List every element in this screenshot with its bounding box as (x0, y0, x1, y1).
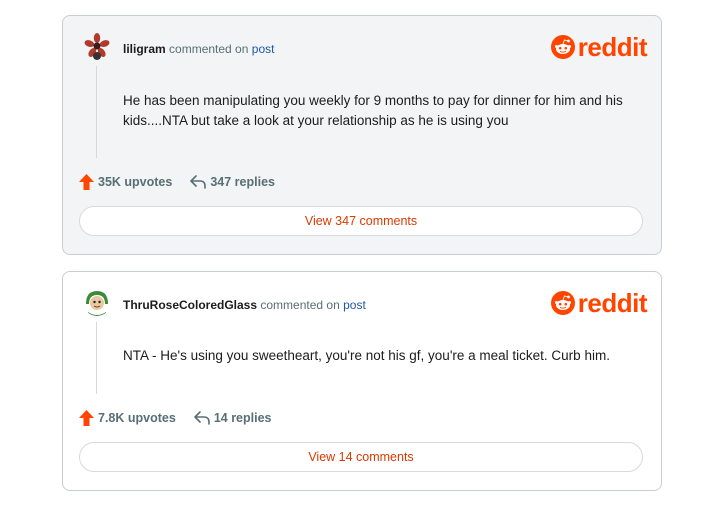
thread-line (96, 66, 97, 158)
comment-stats: 35K upvotes 347 replies (79, 174, 293, 190)
reddit-wordmark: reddit (577, 32, 648, 62)
comment-body: NTA - He's using you sweetheart, you're … (123, 348, 610, 363)
byline: ThruRoseColoredGlass commented on post (123, 298, 366, 312)
flower-avatar-icon[interactable] (83, 32, 111, 60)
replies-button[interactable]: 347 replies (190, 175, 275, 189)
reddit-snoo-icon (550, 291, 575, 315)
upvote-count: 35K upvotes (98, 175, 173, 189)
upvote-arrow-icon (79, 410, 94, 426)
replies-count: 347 replies (210, 175, 275, 189)
commented-on-text: commented on (169, 42, 249, 56)
comment-card: liligram commented on post reddit He has… (62, 15, 662, 255)
upvote-button[interactable]: 7.8K upvotes (79, 410, 176, 426)
reddit-logo[interactable]: reddit (550, 288, 648, 318)
commented-on-text: commented on (260, 298, 340, 312)
upvote-button[interactable]: 35K upvotes (79, 174, 172, 190)
green-hood-avatar-icon[interactable] (83, 288, 111, 316)
reddit-logo[interactable]: reddit (550, 32, 648, 62)
post-link[interactable]: post (343, 298, 366, 312)
replies-button[interactable]: 14 replies (194, 411, 272, 425)
byline: liligram commented on post (123, 42, 274, 56)
replies-count: 14 replies (213, 411, 272, 425)
thread-line (96, 322, 97, 394)
view-comments-button[interactable]: View 347 comments (79, 206, 643, 236)
username-link[interactable]: ThruRoseColoredGlass (123, 298, 257, 312)
reply-arrow-icon (194, 411, 210, 425)
reddit-snoo-icon (550, 35, 575, 59)
post-link[interactable]: post (252, 42, 275, 56)
upvote-count: 7.8K upvotes (98, 411, 176, 425)
comment-stats: 7.8K upvotes 14 replies (79, 410, 290, 426)
comment-body: He has been manipulating you weekly for … (123, 93, 623, 128)
reddit-wordmark: reddit (577, 288, 648, 318)
comment-card: ThruRoseColoredGlass commented on post r… (62, 271, 662, 491)
view-comments-button[interactable]: View 14 comments (79, 442, 643, 472)
reply-arrow-icon (190, 175, 207, 189)
upvote-arrow-icon (79, 174, 94, 190)
username-link[interactable]: liligram (123, 42, 166, 56)
